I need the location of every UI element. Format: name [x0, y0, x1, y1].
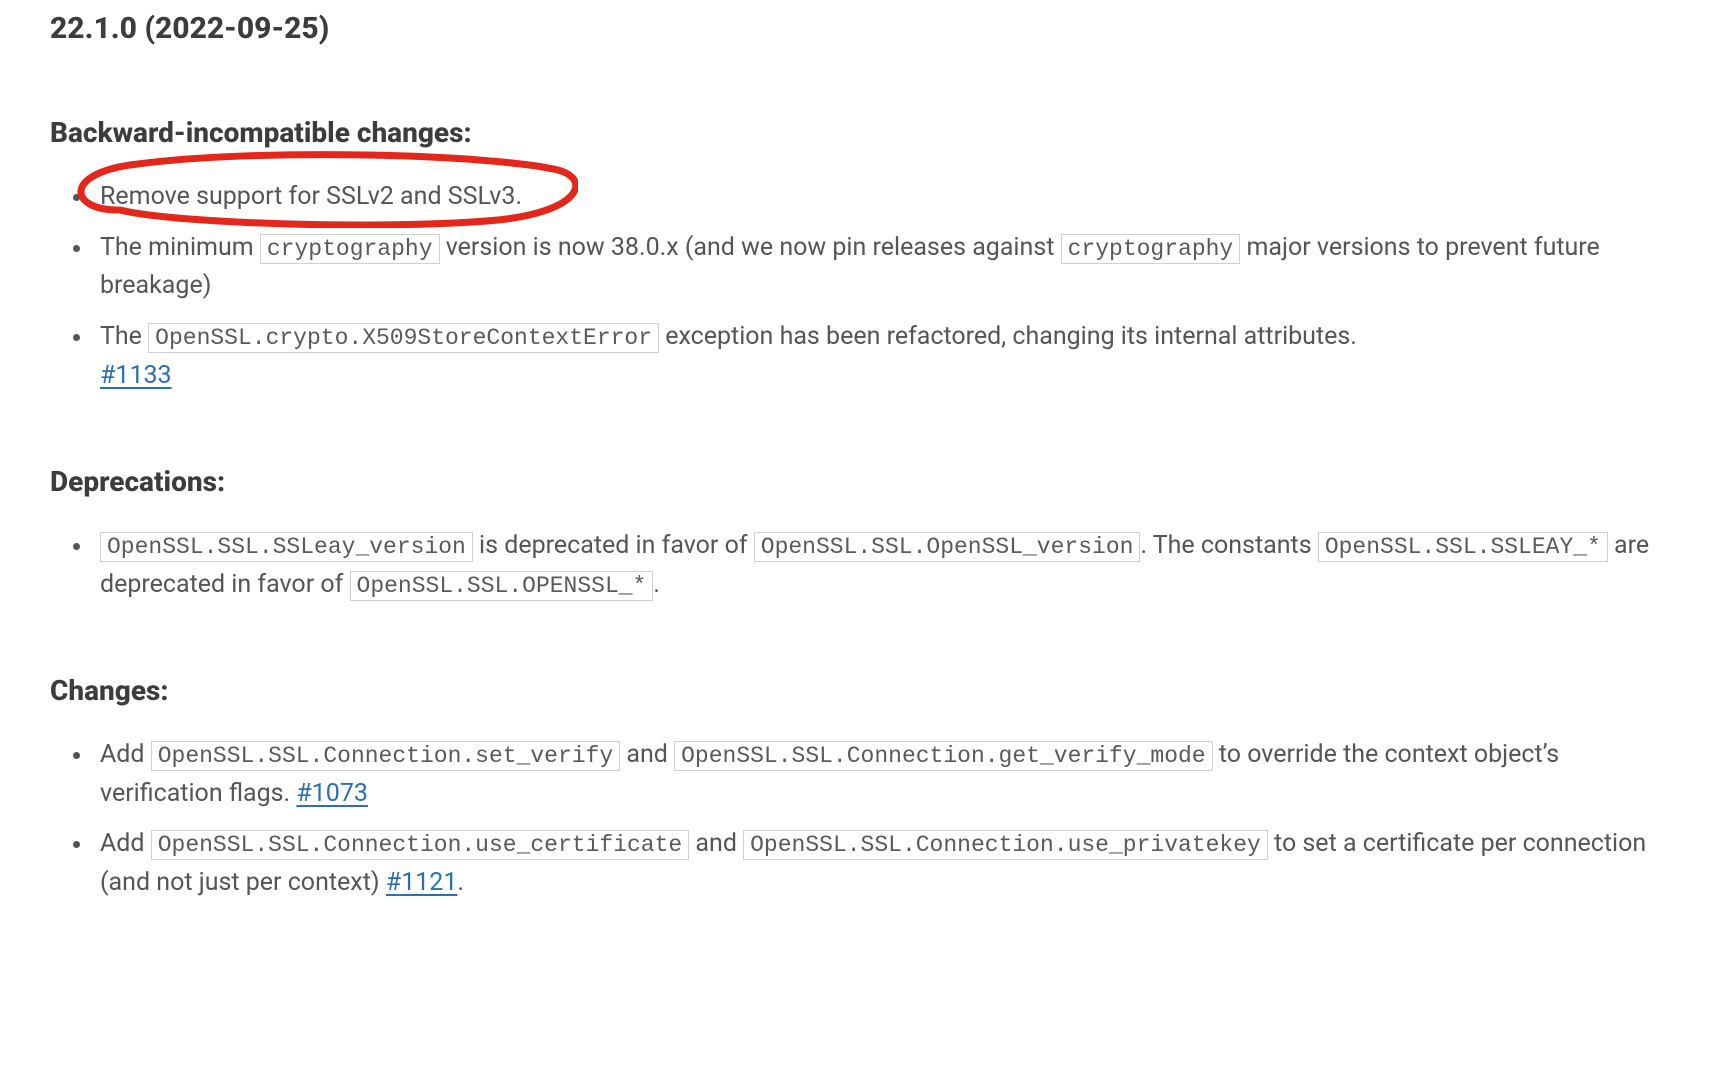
- backward-list: Remove support for SSLv2 and SSLv3. The …: [50, 172, 1678, 402]
- inline-code: OpenSSL.SSL.OpenSSL_version: [754, 532, 1141, 562]
- section-heading-backward: Backward-incompatible changes:: [50, 111, 1678, 154]
- list-item-text: version is now 38.0.x (and we now pin re…: [440, 233, 1061, 262]
- list-item-text: Remove support for SSLv2 and SSLv3.: [100, 182, 522, 211]
- version-heading: 22.1.0 (2022-09-25): [50, 6, 1678, 53]
- list-item: Add OpenSSL.SSL.Connection.use_certifica…: [94, 819, 1678, 909]
- list-item: The OpenSSL.crypto.X509StoreContextError…: [94, 312, 1678, 402]
- list-item-text: and: [620, 740, 674, 769]
- inline-code: OpenSSL.SSL.Connection.use_certificate: [151, 830, 690, 860]
- deprecations-list: OpenSSL.SSL.SSLeay_version is deprecated…: [50, 521, 1678, 611]
- inline-code: OpenSSL.SSL.SSLEAY_*: [1318, 532, 1608, 562]
- changes-list: Add OpenSSL.SSL.Connection.set_verify an…: [50, 730, 1678, 909]
- list-item-text: is deprecated in favor of: [473, 531, 754, 560]
- list-item-text: The: [100, 322, 148, 351]
- inline-code: OpenSSL.SSL.OPENSSL_*: [350, 571, 654, 601]
- inline-code: cryptography: [1061, 234, 1241, 264]
- section-heading-deprecations: Deprecations:: [50, 460, 1678, 503]
- list-item-text: Add: [100, 829, 151, 858]
- section-heading-changes: Changes:: [50, 669, 1678, 712]
- list-item-text: exception has been refactored, changing …: [659, 322, 1357, 351]
- list-item-text: .: [653, 570, 660, 599]
- issue-link[interactable]: #1133: [100, 361, 172, 390]
- issue-link[interactable]: #1073: [296, 779, 368, 808]
- inline-code: OpenSSL.SSL.Connection.set_verify: [151, 741, 620, 771]
- list-item: OpenSSL.SSL.SSLeay_version is deprecated…: [94, 521, 1678, 611]
- inline-code: OpenSSL.SSL.SSLeay_version: [100, 532, 473, 562]
- list-item: Add OpenSSL.SSL.Connection.set_verify an…: [94, 730, 1678, 820]
- issue-link[interactable]: #1121: [386, 868, 458, 897]
- inline-code: OpenSSL.SSL.Connection.use_privatekey: [743, 830, 1268, 860]
- list-item-text: .: [457, 868, 464, 897]
- list-item: The minimum cryptography version is now …: [94, 223, 1678, 313]
- list-item-text: The minimum: [100, 233, 260, 262]
- inline-code: cryptography: [260, 234, 440, 264]
- inline-code: OpenSSL.SSL.Connection.get_verify_mode: [674, 741, 1213, 771]
- list-item-text: Add: [100, 740, 151, 769]
- list-item-text: . The constants: [1140, 531, 1317, 560]
- inline-code: OpenSSL.crypto.X509StoreContextError: [148, 323, 659, 353]
- list-item: Remove support for SSLv2 and SSLv3.: [94, 172, 1678, 223]
- list-item-text: and: [689, 829, 743, 858]
